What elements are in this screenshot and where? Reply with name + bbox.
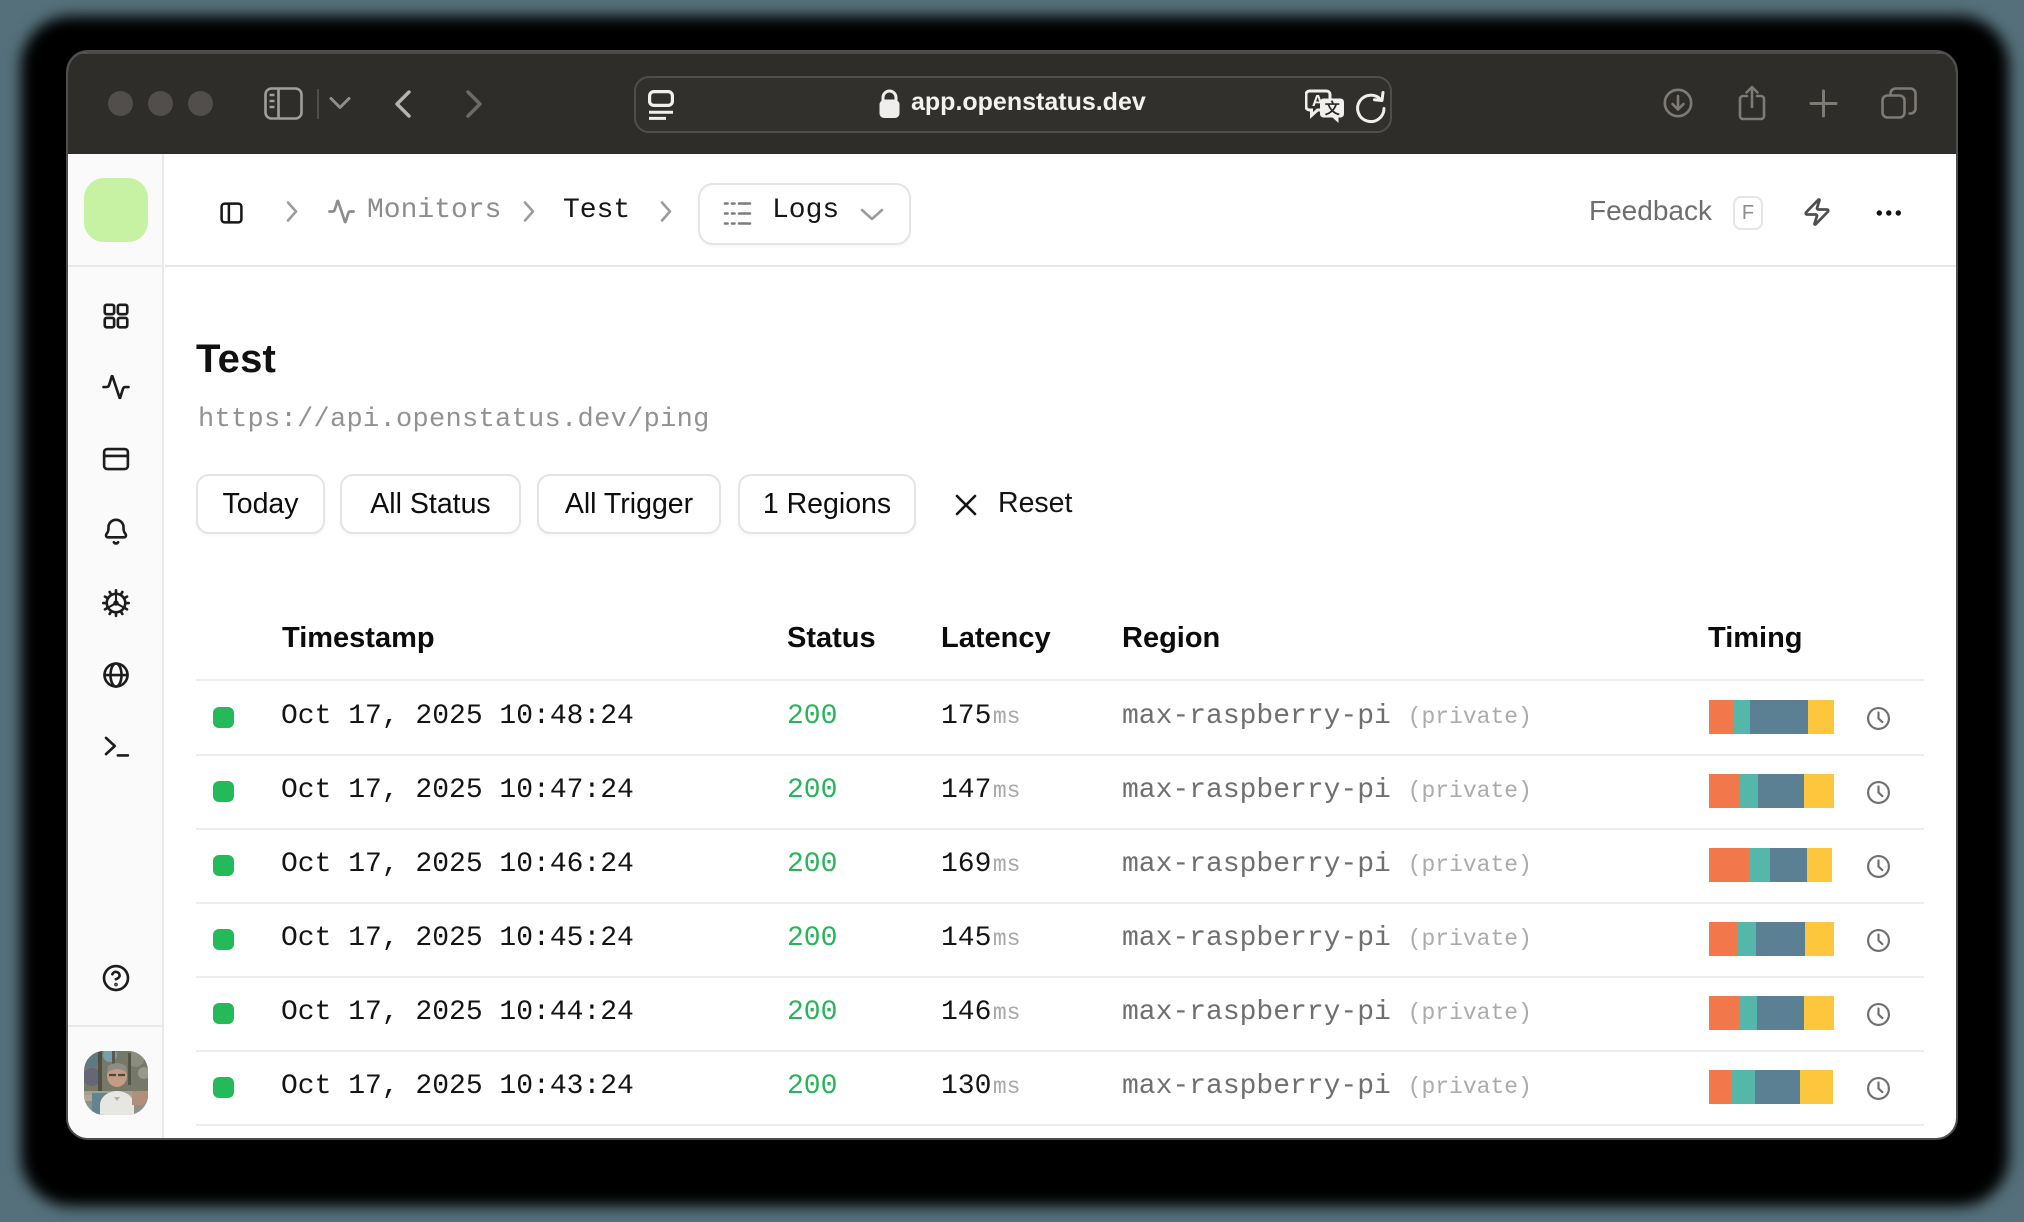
svg-text:文: 文 [1325,100,1341,118]
